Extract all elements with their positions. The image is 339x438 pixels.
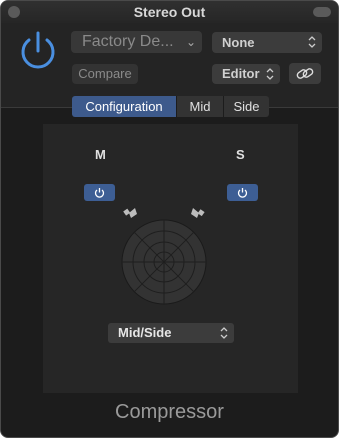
power-icon <box>94 188 105 198</box>
side-label: S <box>236 147 245 162</box>
tab-configuration[interactable]: Configuration <box>72 96 177 117</box>
chevron-down-icon: ⌄ <box>185 35 196 49</box>
link-button[interactable] <box>289 63 321 84</box>
title-bar: Stereo Out <box>1 1 338 23</box>
plugin-name: Compressor <box>115 401 224 423</box>
preset-label: Factory De... <box>82 33 174 50</box>
compare-button[interactable]: Compare <box>72 64 138 84</box>
plugin-window: Stereo Out Factory De... ⌄ None Compare … <box>0 0 339 438</box>
up-down-arrows-icon <box>308 36 316 48</box>
right-speaker-icon <box>191 208 205 218</box>
tab-bar: Configuration Mid Side <box>72 96 269 117</box>
configuration-panel: M S Mid/Side <box>43 124 298 393</box>
tab-mid[interactable]: Mid <box>177 96 224 117</box>
mid-label: M <box>95 147 106 162</box>
toolbar-toggle-button[interactable] <box>313 7 331 17</box>
window-title: Stereo Out <box>133 4 206 20</box>
mid-power-button[interactable] <box>84 184 115 201</box>
up-down-arrows-icon <box>266 68 274 80</box>
link-icon <box>296 68 314 79</box>
up-down-arrows-icon <box>220 327 228 339</box>
left-speaker-icon <box>123 208 137 218</box>
close-button[interactable] <box>8 6 20 18</box>
tab-side[interactable]: Side <box>224 96 269 117</box>
view-label: Editor <box>222 66 260 81</box>
power-icon[interactable] <box>17 30 59 72</box>
stereo-mode-label: Mid/Side <box>118 325 172 340</box>
side-chain-label: None <box>222 35 255 50</box>
power-icon <box>237 188 248 198</box>
stereo-field-display <box>121 208 207 305</box>
view-menu[interactable]: Editor <box>212 64 280 84</box>
side-power-button[interactable] <box>227 184 258 201</box>
side-chain-menu[interactable]: None <box>212 32 322 53</box>
stereo-mode-menu[interactable]: Mid/Side <box>108 323 234 343</box>
preset-menu[interactable]: Factory De... ⌄ <box>71 31 202 53</box>
